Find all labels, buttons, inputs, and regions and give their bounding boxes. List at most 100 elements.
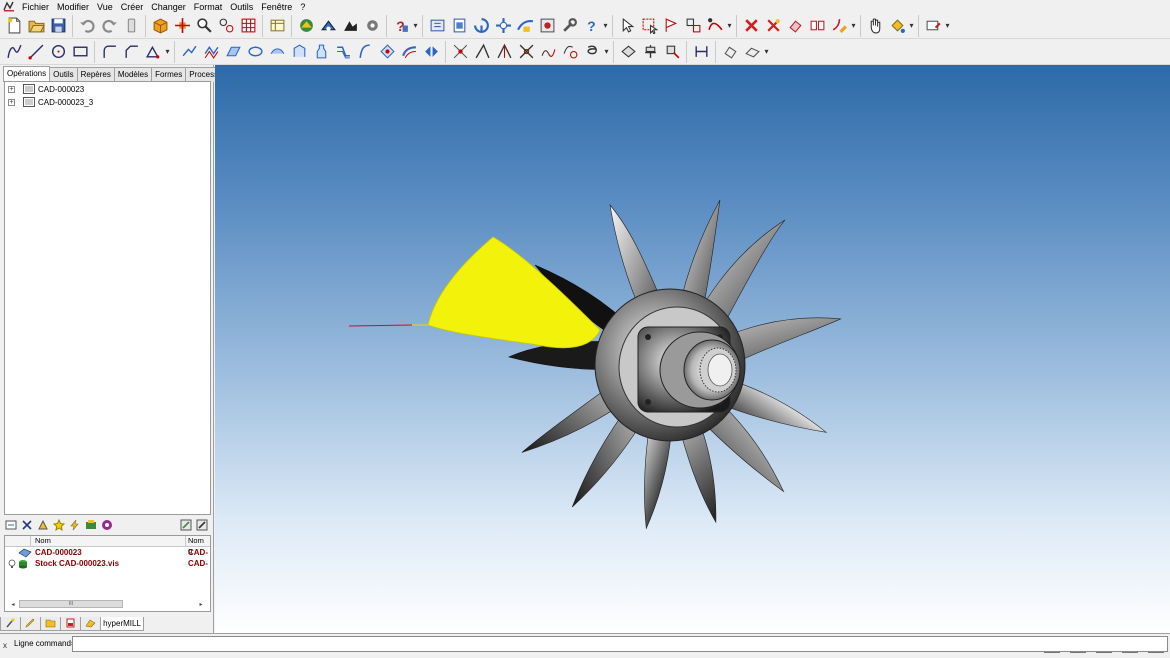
extra-dropdown-icon[interactable]: ▾ — [944, 16, 951, 36]
scroll-thumb[interactable]: III — [19, 600, 123, 608]
circle-icon[interactable] — [48, 42, 68, 62]
lightbulb-icon[interactable] — [8, 559, 16, 569]
move-icon[interactable] — [172, 16, 192, 36]
menu-fichier[interactable]: Fichier — [18, 1, 53, 13]
pattern-icon[interactable] — [742, 42, 762, 62]
open-file-button[interactable] — [26, 16, 46, 36]
redo-icon[interactable] — [99, 16, 119, 36]
help-dropdown-icon[interactable]: ▾ — [412, 16, 419, 36]
loft-icon[interactable] — [333, 42, 353, 62]
curve-dropdown-icon[interactable]: ▾ — [603, 42, 610, 62]
box-view-icon[interactable] — [150, 16, 170, 36]
select-curve-icon[interactable] — [705, 16, 725, 36]
star-icon[interactable] — [52, 518, 66, 532]
offset-curve-icon[interactable] — [201, 42, 221, 62]
chamfer-icon[interactable] — [121, 42, 141, 62]
menu-help[interactable]: ? — [296, 1, 309, 13]
undo-icon[interactable] — [77, 16, 97, 36]
header-name[interactable]: Nom — [31, 536, 186, 546]
menu-fenetre[interactable]: Fenêtre — [257, 1, 296, 13]
table-icon[interactable] — [267, 16, 287, 36]
grid-icon[interactable] — [238, 16, 258, 36]
draw-dropdown-icon[interactable]: ▾ — [164, 42, 171, 62]
context-help-icon[interactable]: ? — [581, 16, 601, 36]
join-icon[interactable] — [538, 42, 558, 62]
line-icon[interactable] — [26, 42, 46, 62]
bottle-icon[interactable] — [311, 42, 331, 62]
app-logo-icon[interactable] — [2, 1, 16, 13]
simulate-box-icon[interactable] — [84, 518, 98, 532]
bottom-tab-folder[interactable] — [40, 616, 61, 631]
bottom-tab-tools[interactable] — [0, 616, 21, 631]
scroll-left-arrow[interactable]: ◂ — [9, 601, 17, 608]
blend-icon[interactable] — [399, 42, 419, 62]
cam-job-icon[interactable] — [296, 16, 316, 36]
bottom-tab-features[interactable] — [80, 616, 101, 631]
menu-modifier[interactable]: Modifier — [53, 1, 93, 13]
rectangle-icon[interactable] — [70, 42, 90, 62]
wrench-icon[interactable] — [559, 16, 579, 36]
swirl-icon[interactable] — [582, 42, 602, 62]
menu-vue[interactable]: Vue — [93, 1, 117, 13]
zoom-icon[interactable] — [194, 16, 214, 36]
command-input[interactable] — [72, 636, 1168, 652]
tree-item[interactable]: + CAD-000023_3 — [5, 96, 210, 108]
extend-icon[interactable] — [472, 42, 492, 62]
delete-dropdown-icon[interactable]: ▾ — [850, 16, 857, 36]
close-icon[interactable]: x — [3, 641, 7, 650]
spline-icon[interactable] — [4, 42, 24, 62]
model-dropdown-icon[interactable]: ▾ — [602, 16, 609, 36]
copy-dropdown-icon[interactable]: ▾ — [763, 42, 770, 62]
select-chain-icon[interactable] — [683, 16, 703, 36]
cursor-icon[interactable] — [617, 16, 637, 36]
intersect-icon[interactable] — [516, 42, 536, 62]
boundary-icon[interactable] — [355, 42, 375, 62]
export-icon[interactable] — [179, 518, 193, 532]
menu-creer[interactable]: Créer — [117, 1, 148, 13]
trim-icon[interactable] — [829, 16, 849, 36]
surface-icon[interactable] — [515, 16, 535, 36]
calculate-icon[interactable] — [36, 518, 50, 532]
paint-bucket-icon[interactable] — [887, 16, 907, 36]
misc-dropdown-icon[interactable]: ▾ — [908, 16, 915, 36]
expand-toggle[interactable]: + — [8, 85, 15, 93]
new-job-icon[interactable] — [4, 518, 18, 532]
project-icon[interactable] — [560, 42, 580, 62]
fillet-icon[interactable] — [99, 42, 119, 62]
select-box-icon[interactable] — [639, 16, 659, 36]
menu-format[interactable]: Format — [190, 1, 227, 13]
machine-sim-icon[interactable] — [100, 518, 114, 532]
delete-job-icon[interactable] — [20, 518, 34, 532]
tree-item[interactable]: + CAD-000023 — [5, 83, 210, 95]
transform-icon[interactable] — [662, 42, 682, 62]
revolve-icon[interactable] — [289, 42, 309, 62]
tab-reperes[interactable]: Repères — [76, 67, 115, 82]
tab-outils[interactable]: Outils — [49, 67, 78, 82]
tab-modeles[interactable]: Modèles — [113, 67, 153, 82]
new-file-button[interactable] — [4, 16, 24, 36]
sweep-icon[interactable] — [267, 42, 287, 62]
properties-icon[interactable] — [923, 16, 943, 36]
horizontal-scrollbar[interactable]: ◂ III ▸ — [9, 599, 205, 609]
ellipse-icon[interactable] — [245, 42, 265, 62]
help-question-icon[interactable]: ? — [391, 16, 411, 36]
hand-icon[interactable] — [865, 16, 885, 36]
list-row[interactable]: Stock CAD-000023.vis CAD- — [5, 558, 210, 569]
node-edit-icon[interactable] — [450, 42, 470, 62]
rotate-icon[interactable] — [471, 16, 491, 36]
delete-sparkle-icon[interactable] — [763, 16, 783, 36]
cam-machine-icon[interactable] — [362, 16, 382, 36]
delete-icon[interactable] — [741, 16, 761, 36]
cam-tool-icon[interactable] — [318, 16, 338, 36]
flip-icon[interactable] — [421, 42, 441, 62]
menu-outils[interactable]: Outils — [226, 1, 257, 13]
scroll-right-arrow[interactable]: ▸ — [197, 601, 205, 608]
patch-icon[interactable] — [377, 42, 397, 62]
split-icon[interactable] — [494, 42, 514, 62]
tab-operations[interactable]: Opérations — [3, 66, 51, 82]
curve-edit-icon[interactable] — [179, 42, 199, 62]
lightning-icon[interactable] — [68, 518, 82, 532]
align-icon[interactable] — [640, 42, 660, 62]
mirror-icon[interactable] — [807, 16, 827, 36]
graphics-viewport[interactable] — [215, 65, 1170, 633]
